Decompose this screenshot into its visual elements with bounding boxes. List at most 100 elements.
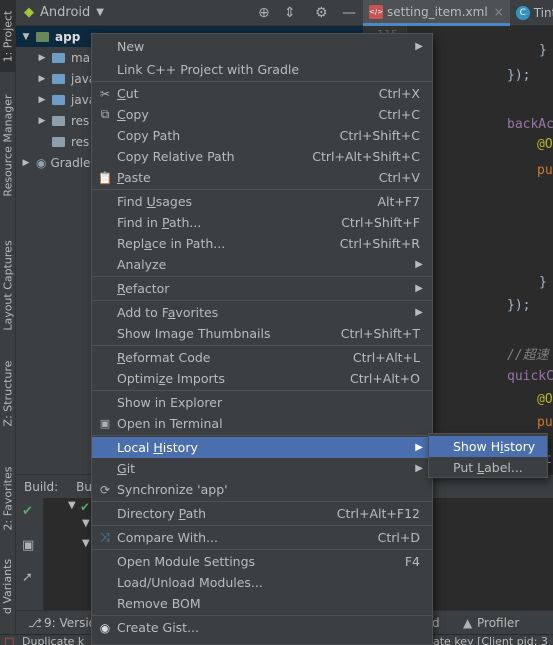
menu-item-directory-path[interactable]: Directory Path Ctrl+Alt+F12 — [92, 503, 432, 524]
class-icon: C — [515, 6, 530, 20]
expand-triangle-icon[interactable]: ▶ — [36, 74, 48, 84]
submenu-arrow-icon: ▶ — [415, 307, 423, 318]
folder-icon — [52, 136, 65, 147]
tab-build-variants[interactable]: d Variants — [0, 556, 16, 616]
tab-layout-captures[interactable]: Layout Captures — [0, 230, 16, 340]
gradle-icon: ◉ — [36, 155, 47, 170]
menu-item-synchronize[interactable]: ⟳ Synchronize 'app' — [92, 479, 432, 500]
expand-triangle-icon[interactable]: ▶ — [36, 53, 48, 63]
menu-separator — [92, 525, 432, 526]
menu-item-refactor[interactable]: Refactor ▶ — [92, 278, 432, 299]
tab-profiler[interactable]: Profiler — [477, 616, 519, 630]
menu-item-cut[interactable]: ✂ Cut Ctrl+X — [92, 83, 432, 104]
android-icon: ◆ — [24, 5, 34, 20]
status-message-right: ate key [Client pid: 3 — [433, 635, 548, 645]
menu-item-show-in-explorer[interactable]: Show in Explorer — [92, 392, 432, 413]
status-message: Duplicate k — [22, 635, 85, 645]
menu-item-paste[interactable]: 📋 Paste Ctrl+V — [92, 167, 432, 188]
menu-item-open-module-settings[interactable]: Open Module Settings F4 — [92, 551, 432, 572]
menu-item-remove-bom[interactable]: Remove BOM — [92, 593, 432, 614]
menu-separator — [92, 345, 432, 346]
menu-item-add-to-favorites[interactable]: Add to Favorites ▶ — [92, 302, 432, 323]
menu-item-compare-with[interactable]: ⤨ Compare With... Ctrl+D — [92, 527, 432, 548]
menu-item-load-unload-modules[interactable]: Load/Unload Modules... — [92, 572, 432, 593]
pin-icon[interactable]: ➚ — [22, 570, 33, 585]
menu-item-copy[interactable]: ⧉ Copy Ctrl+C — [92, 104, 432, 125]
menu-item-new[interactable]: New ▶ — [92, 36, 432, 57]
menu-item-local-history[interactable]: Local History ▶ — [92, 437, 432, 458]
menu-separator — [92, 81, 432, 82]
menu-item-git[interactable]: Git ▶ — [92, 458, 432, 479]
submenu-item-put-label[interactable]: Put Label... — [429, 457, 547, 478]
expand-triangle-icon[interactable]: ▼ — [68, 500, 76, 511]
menu-item-find-in-path[interactable]: Find in Path... Ctrl+Shift+F — [92, 212, 432, 233]
version-control-icon: ⎇ — [28, 615, 42, 630]
menu-item-replace-in-path[interactable]: Replace in Path... Ctrl+Shift+R — [92, 233, 432, 254]
menu-item-find-usages[interactable]: Find Usages Alt+F7 — [92, 191, 432, 212]
collapse-icon[interactable]: ⇕ — [284, 5, 296, 21]
menu-separator — [92, 549, 432, 550]
tab-build-label[interactable]: d — [432, 616, 440, 630]
menu-item-show-image-thumbnails[interactable]: Show Image Thumbnails Ctrl+Shift+T — [92, 323, 432, 344]
folder-icon — [52, 115, 65, 126]
menu-item-link-cpp[interactable]: Link C++ Project with Gradle — [92, 59, 432, 80]
target-icon[interactable]: ⊕ — [258, 5, 270, 21]
submenu-item-show-history[interactable]: Show History — [429, 436, 547, 457]
expand-triangle-icon[interactable]: ▼ — [20, 32, 32, 42]
tab-project[interactable]: 1: Project — [0, 0, 16, 72]
menu-separator — [92, 615, 432, 616]
module-folder-icon — [36, 31, 49, 42]
expand-triangle-icon[interactable]: ▼ — [82, 538, 90, 549]
toggle-view-icon[interactable]: ▣ — [22, 538, 34, 553]
expand-triangle-icon[interactable]: ▶ — [20, 158, 32, 168]
menu-item-optimize-imports[interactable]: Optimize Imports Ctrl+Alt+O — [92, 368, 432, 389]
build-success-icon[interactable]: ✔ — [22, 504, 33, 519]
submenu-arrow-icon: ▶ — [415, 41, 423, 52]
menu-separator — [92, 501, 432, 502]
tab-favorites[interactable]: 2: Favorites — [0, 458, 16, 538]
menu-item-create-gist[interactable]: ◉ Create Gist... — [92, 617, 432, 638]
menu-item-analyze[interactable]: Analyze ▶ — [92, 254, 432, 275]
tab-resource-manager[interactable]: Resource Manager — [0, 90, 16, 200]
chevron-down-icon[interactable]: ▼ — [96, 7, 104, 18]
build-toolbar: ✔ ▣ ➚ — [16, 498, 44, 610]
menu-item-reformat-code[interactable]: Reformat Code Ctrl+Alt+L — [92, 347, 432, 368]
sync-icon: ⟳ — [99, 482, 111, 497]
profiler-icon: ▲ — [463, 615, 473, 630]
menu-item-open-in-terminal[interactable]: ▣ Open in Terminal — [92, 413, 432, 434]
terminal-icon: ▣ — [99, 417, 111, 430]
github-icon: ◉ — [99, 620, 111, 635]
menu-separator — [92, 300, 432, 301]
expand-triangle-icon[interactable]: ▶ — [36, 95, 48, 105]
folder-icon — [52, 52, 65, 63]
error-icon: □ — [4, 635, 15, 645]
expand-triangle-icon[interactable]: ▶ — [36, 116, 48, 126]
local-history-submenu: Show History Put Label... — [428, 433, 548, 478]
close-icon[interactable]: × — [494, 5, 504, 19]
context-menu: New ▶ Link C++ Project with Gradle ✂ Cut… — [91, 33, 433, 645]
expand-triangle-icon[interactable]: ▼ — [82, 518, 90, 529]
check-icon: ✔ — [80, 500, 91, 514]
menu-item-copy-path[interactable]: Copy Path Ctrl+Shift+C — [92, 125, 432, 146]
minimize-icon[interactable]: — — [342, 5, 356, 21]
folder-icon — [52, 94, 65, 105]
tab-setting-item-xml[interactable]: </> setting_item.xml × — [363, 0, 510, 26]
menu-separator — [92, 390, 432, 391]
paste-icon: 📋 — [97, 170, 113, 185]
copy-icon: ⧉ — [100, 107, 110, 121]
project-view-selector[interactable]: Android — [40, 5, 90, 20]
tab-structure[interactable]: Z: Structure — [0, 358, 16, 428]
project-header: ◆ Android ▼ ⊕ ⇕ ⚙ — — [16, 0, 363, 26]
submenu-arrow-icon: ▶ — [415, 442, 423, 453]
menu-item-copy-relative-path[interactable]: Copy Relative Path Ctrl+Alt+Shift+C — [92, 146, 432, 167]
editor-tabs: </> setting_item.xml × C Tint — [363, 0, 553, 26]
menu-separator — [92, 435, 432, 436]
ide-window: 1: Project Resource Manager Layout Captu… — [0, 0, 553, 645]
left-tool-strip: 1: Project Resource Manager Layout Captu… — [0, 0, 16, 645]
tab-tint[interactable]: C Tint — [510, 0, 553, 26]
compare-icon: ⤨ — [100, 530, 110, 544]
menu-separator — [92, 276, 432, 277]
folder-icon — [52, 73, 65, 84]
gear-icon[interactable]: ⚙ — [315, 5, 328, 21]
menu-separator — [92, 189, 432, 190]
